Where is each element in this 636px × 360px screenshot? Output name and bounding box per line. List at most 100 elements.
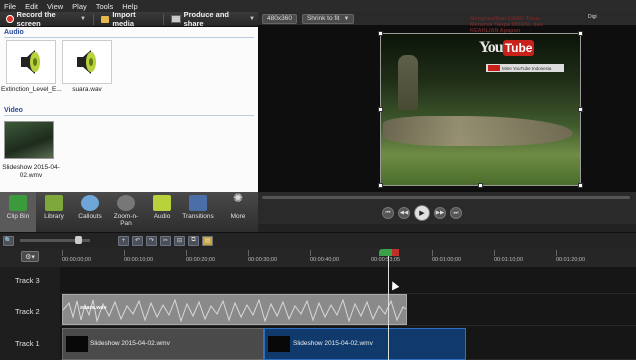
youtube-you: You	[479, 39, 504, 56]
film-icon	[9, 195, 27, 211]
speaker-icon	[153, 195, 171, 211]
scrub-slider[interactable]	[262, 196, 630, 199]
fast-forward-icon[interactable]: ▶▶	[434, 207, 446, 219]
menu-file[interactable]: File	[4, 2, 16, 11]
tab-more[interactable]: ✺ More	[218, 192, 258, 232]
produce-share-button[interactable]: Produce and share ▼	[168, 10, 258, 28]
resize-handle[interactable]	[478, 183, 483, 188]
audio-clip-thumb-extinction[interactable]	[6, 40, 56, 84]
audio-clip-label: suara.wav	[72, 86, 102, 93]
produce-icon	[171, 15, 181, 23]
chevron-down-icon: ▼	[80, 16, 86, 22]
tab-library[interactable]: Library	[36, 192, 72, 232]
tab-audio[interactable]: Audio	[144, 192, 180, 232]
menu-tools[interactable]: Tools	[96, 2, 114, 11]
ruler-tick	[556, 250, 557, 256]
record-icon	[6, 15, 14, 23]
ruler-label: 00:00:00;00	[62, 257, 92, 263]
copy-icon[interactable]: ⧉	[188, 235, 199, 246]
folder-icon	[100, 15, 110, 23]
ruler-tick	[310, 250, 311, 256]
import-media-button[interactable]: Import media	[98, 10, 159, 28]
ruler-tick	[494, 250, 495, 256]
tab-label: More	[230, 213, 246, 220]
menu-bar: File Edit View Play Tools Help	[0, 0, 636, 12]
tab-callouts[interactable]: Callouts	[72, 192, 108, 232]
video-clip-thumb	[66, 336, 88, 352]
ruler-tick	[432, 250, 433, 256]
dimensions-value: 480x360	[267, 15, 292, 22]
dimensions-dropdown[interactable]: 480x360	[262, 13, 297, 24]
play-icon[interactable]: ▶	[414, 205, 430, 221]
cut-icon[interactable]: ✂	[160, 235, 171, 246]
resize-handle[interactable]	[578, 183, 583, 188]
ruler-label: 00:01:00;00	[432, 257, 462, 263]
resize-handle[interactable]	[378, 107, 383, 112]
chevron-down-icon: ▼	[249, 16, 255, 22]
main-toolbar: Record the screen ▼ Import media Produce…	[0, 10, 258, 28]
zoom-out-icon[interactable]: 🔍	[3, 235, 14, 246]
fit-dropdown[interactable]: Shrink to fit ▼	[301, 13, 355, 24]
tab-label: Library	[44, 213, 64, 220]
audio-section-title: Audio	[4, 29, 24, 36]
zoom-icon	[117, 195, 135, 211]
watermark-text: Menghasilkan UANG Terus Menerus Tanpa MO…	[470, 16, 543, 34]
playhead-end-marker[interactable]	[392, 249, 399, 256]
audio-clip[interactable]	[62, 294, 407, 325]
transitions-icon	[189, 195, 207, 211]
ruler-tick	[186, 250, 187, 256]
tab-clip-bin[interactable]: Clip Bin	[0, 192, 36, 232]
timeline-toolbar: 🔍 + ↶ ↷ ✂ ⊟ ⧉ ▤	[0, 232, 636, 248]
audio-clip-label: Extinction_Level_E...	[1, 86, 62, 93]
video-clip-label: Slideshow 2015-04-02.wmv	[2, 164, 60, 179]
section-divider	[4, 115, 254, 116]
next-clip-icon[interactable]: ⏭	[450, 207, 462, 219]
ruler-playhead-time: 00:00:53;05	[371, 257, 401, 263]
tab-transitions[interactable]: Transitions	[180, 192, 216, 232]
zoom-knob[interactable]	[75, 236, 82, 244]
callout-icon	[81, 195, 99, 211]
ruler-tick	[62, 250, 63, 256]
preview-footer	[258, 224, 636, 232]
track-3-row[interactable]	[60, 267, 636, 294]
resize-handle[interactable]	[378, 183, 383, 188]
video-clip-thumb[interactable]	[4, 121, 54, 159]
import-label: Import media	[112, 10, 136, 28]
ruler-label: 00:00:10;00	[124, 257, 154, 263]
redo-icon[interactable]: ↷	[146, 235, 157, 246]
playhead-line	[388, 256, 389, 360]
zoom-slider[interactable]	[20, 236, 90, 244]
previous-clip-icon[interactable]: ⏮	[382, 207, 394, 219]
record-screen-button[interactable]: Record the screen ▼	[3, 10, 89, 28]
track-1-label: Track 1	[15, 339, 40, 348]
tab-zoom-n-pan[interactable]: Zoom-n-Pan	[108, 192, 144, 232]
ruler-tick	[248, 250, 249, 256]
gear-icon[interactable]: ⚙▾	[21, 251, 39, 262]
zoom-in-icon[interactable]: +	[118, 235, 129, 246]
digi-logo: Digi	[588, 14, 597, 20]
paste-icon[interactable]: ▤	[202, 235, 213, 246]
video-section-title: Video	[4, 107, 23, 114]
speaker-icon	[21, 50, 40, 74]
rewind-icon[interactable]: ◀◀	[398, 207, 410, 219]
more-icon: ✺	[232, 191, 244, 205]
resize-handle[interactable]	[378, 31, 383, 36]
tab-label: Clip Bin	[6, 213, 30, 220]
tab-label: Callouts	[78, 213, 102, 220]
toolbar-divider	[92, 13, 94, 25]
audio-clip-thumb-suara[interactable]	[62, 40, 112, 84]
produce-label: Produce and share	[183, 10, 230, 28]
audio-waveform	[63, 298, 406, 323]
ruler-label: 00:01:20;00	[556, 257, 586, 263]
subscribe-icon	[488, 65, 500, 71]
chevron-down-icon: ▼	[343, 15, 350, 22]
video-clip-name: Slideshow 2015-04-02.wmv	[90, 340, 170, 347]
toolbar-divider	[163, 13, 165, 25]
ruler-label: 00:00:20;00	[186, 257, 216, 263]
section-divider	[4, 37, 254, 38]
undo-icon[interactable]: ↶	[132, 235, 143, 246]
resize-handle[interactable]	[578, 107, 583, 112]
library-icon	[45, 195, 63, 211]
task-tabs: Clip Bin Library Callouts Zoom-n-Pan Aud…	[0, 192, 258, 232]
split-icon[interactable]: ⊟	[174, 235, 185, 246]
